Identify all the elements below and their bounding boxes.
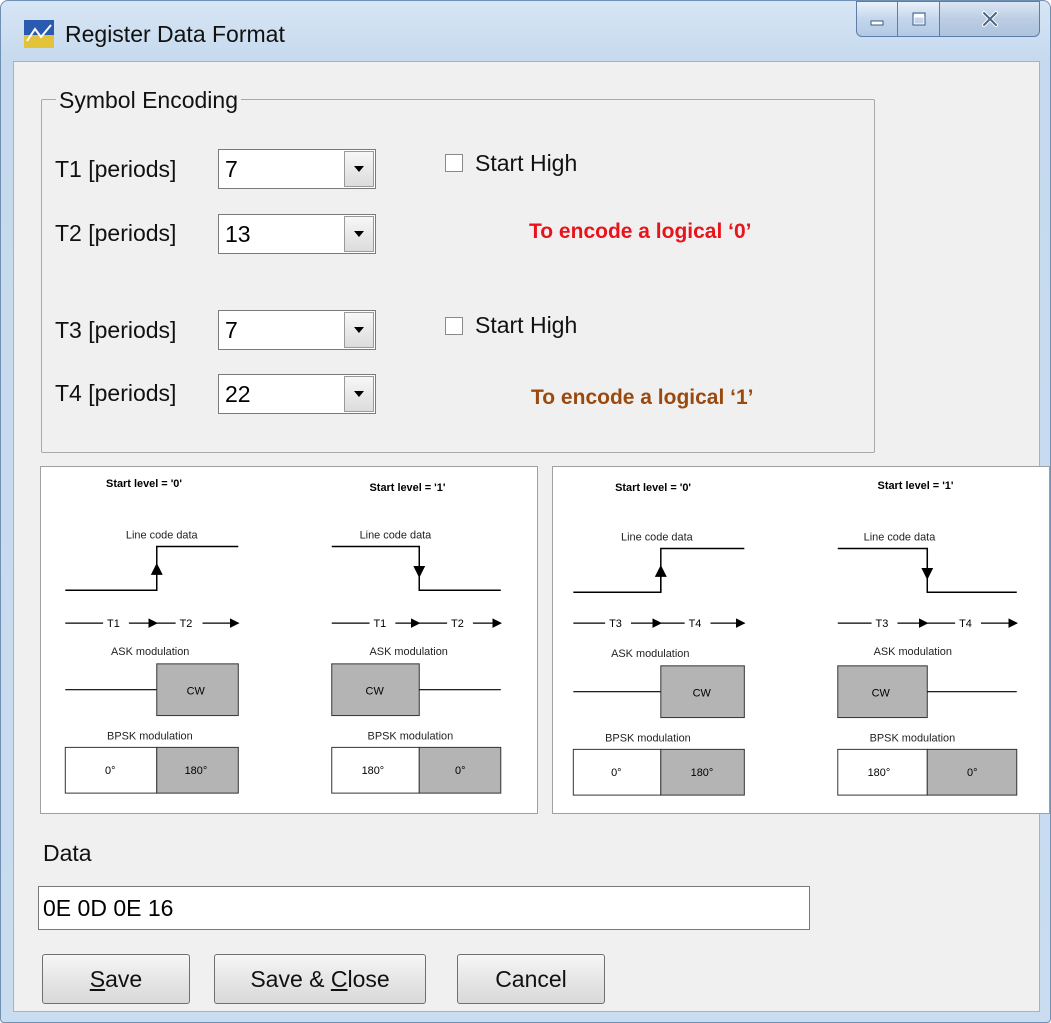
start-high-label-1: Start High bbox=[475, 150, 578, 176]
t2-dropdown-button[interactable] bbox=[344, 216, 374, 252]
t1-label: T1 [periods] bbox=[55, 156, 177, 182]
data-field[interactable]: 0E 0D 0E 16 bbox=[38, 886, 810, 930]
t3-dropdown-button[interactable] bbox=[344, 312, 374, 348]
cancel-button[interactable]: Cancel bbox=[457, 954, 605, 1004]
start-level-0-label: Start level = '0' bbox=[106, 478, 182, 490]
t1-dropdown-button[interactable] bbox=[344, 151, 374, 187]
ask-modulation-label-right: ASK modulation bbox=[874, 646, 952, 658]
t3-timing-label-left: T3 bbox=[609, 618, 622, 630]
phase-0-label-left: 0° bbox=[611, 767, 621, 779]
save-close-label-post: lose bbox=[347, 965, 390, 992]
phase-0-label-left: 0° bbox=[105, 765, 115, 777]
t1-timing-label-left: T1 bbox=[107, 618, 120, 630]
minimize-button[interactable] bbox=[856, 1, 898, 37]
title-bar[interactable]: Register Data Format bbox=[1, 1, 1050, 61]
start-high-label-2: Start High bbox=[475, 312, 578, 338]
cw-label-right: CW bbox=[366, 686, 385, 698]
t4-timing-label-left: T4 bbox=[689, 618, 702, 630]
cw-label-left: CW bbox=[693, 688, 712, 700]
t2-value: 13 bbox=[225, 220, 251, 247]
ask-modulation-label-right: ASK modulation bbox=[370, 646, 448, 658]
t2-label: T2 [periods] bbox=[55, 220, 177, 246]
t4-value: 22 bbox=[225, 380, 251, 407]
cw-label-right: CW bbox=[872, 688, 891, 700]
save-label-post: ave bbox=[105, 965, 143, 992]
symbol-encoding-title: Symbol Encoding bbox=[56, 87, 241, 114]
line-code-label-left: Line code data bbox=[126, 530, 199, 542]
save-button[interactable]: Save bbox=[42, 954, 190, 1004]
close-icon bbox=[981, 11, 998, 27]
line-code-label-right: Line code data bbox=[360, 530, 433, 542]
phase-0-label-right: 0° bbox=[967, 767, 977, 779]
ask-modulation-label-left: ASK modulation bbox=[611, 648, 689, 660]
start-high-checkbox-2[interactable] bbox=[445, 317, 463, 335]
phase-180-label-left: 180° bbox=[691, 767, 714, 779]
line-code-label-right: Line code data bbox=[864, 532, 937, 544]
start-high-checkbox-1[interactable] bbox=[445, 154, 463, 172]
maximize-button[interactable] bbox=[898, 1, 940, 37]
phase-180-label-left: 180° bbox=[185, 765, 208, 777]
bpsk-modulation-label-left: BPSK modulation bbox=[605, 732, 691, 744]
save-label-mnemonic: S bbox=[89, 965, 106, 992]
bpsk-modulation-label-right: BPSK modulation bbox=[870, 732, 956, 744]
t4-dropdown-button[interactable] bbox=[344, 376, 374, 412]
caption-buttons bbox=[856, 1, 1040, 39]
t3-value: 7 bbox=[225, 316, 238, 343]
encode-logical-0-note: To encode a logical ‘0’ bbox=[529, 220, 752, 243]
t2-timing-label-right: T2 bbox=[451, 618, 464, 630]
chevron-down-icon bbox=[354, 327, 364, 333]
close-button[interactable] bbox=[940, 1, 1040, 37]
save-and-close-button[interactable]: Save & Close bbox=[214, 954, 426, 1004]
t4-timing-label-right: T4 bbox=[959, 618, 972, 630]
line-code-label-left: Line code data bbox=[621, 532, 694, 544]
t4-combobox[interactable]: 22 bbox=[218, 374, 376, 414]
mlx-app-icon bbox=[24, 20, 54, 48]
t4-label: T4 [periods] bbox=[55, 380, 177, 406]
phase-180-label-right: 180° bbox=[868, 767, 891, 779]
bpsk-modulation-label-left: BPSK modulation bbox=[107, 730, 193, 742]
encoding-diagram-svg: Start level = '0' Start level = '1' Line… bbox=[572, 480, 1018, 796]
chevron-down-icon bbox=[354, 231, 364, 237]
save-close-label-pre: Save & bbox=[250, 965, 331, 992]
save-close-label-mnemonic: C bbox=[330, 965, 348, 992]
t2-combobox[interactable]: 13 bbox=[218, 214, 376, 254]
save-and-close-button-label: Save & Close bbox=[250, 966, 389, 993]
maximize-icon bbox=[912, 12, 925, 26]
encode-logical-1-note: To encode a logical ‘1’ bbox=[531, 386, 754, 409]
t1-combobox[interactable]: 7 bbox=[218, 149, 376, 189]
register-data-format-window: Register Data Format Symbol Encoding T1 … bbox=[0, 0, 1051, 1023]
cw-label-left: CW bbox=[187, 686, 206, 698]
encoding-diagram-t3-t4: Start level = '0' Start level = '1' Line… bbox=[552, 466, 1050, 814]
t3-combobox[interactable]: 7 bbox=[218, 310, 376, 350]
phase-180-label-right: 180° bbox=[362, 765, 385, 777]
start-level-0-label: Start level = '0' bbox=[615, 482, 691, 494]
t3-timing-label-right: T3 bbox=[876, 618, 889, 630]
bpsk-modulation-label-right: BPSK modulation bbox=[368, 730, 454, 742]
chevron-down-icon bbox=[354, 166, 364, 172]
start-level-1-label: Start level = '1' bbox=[370, 482, 446, 494]
window-title: Register Data Format bbox=[65, 21, 285, 47]
t1-value: 7 bbox=[225, 155, 238, 182]
encoding-diagram-t1-t2: Start level = '0' Start level = '1' Line… bbox=[40, 466, 538, 814]
dialog-client-area: Symbol Encoding T1 [periods] 7 Start Hig… bbox=[13, 61, 1050, 1012]
ask-modulation-label-left: ASK modulation bbox=[111, 646, 189, 658]
minimize-icon bbox=[870, 20, 884, 26]
t3-label: T3 [periods] bbox=[55, 317, 177, 343]
chevron-down-icon bbox=[354, 391, 364, 397]
t2-timing-label-left: T2 bbox=[180, 618, 193, 630]
encoding-diagram-svg: Start level = '0' Start level = '1' Line… bbox=[64, 478, 502, 794]
t1-timing-label-right: T1 bbox=[374, 618, 387, 630]
save-button-label: Save bbox=[90, 966, 142, 993]
start-level-1-label: Start level = '1' bbox=[878, 480, 954, 492]
data-label: Data bbox=[43, 840, 92, 866]
phase-0-label-right: 0° bbox=[455, 765, 465, 777]
